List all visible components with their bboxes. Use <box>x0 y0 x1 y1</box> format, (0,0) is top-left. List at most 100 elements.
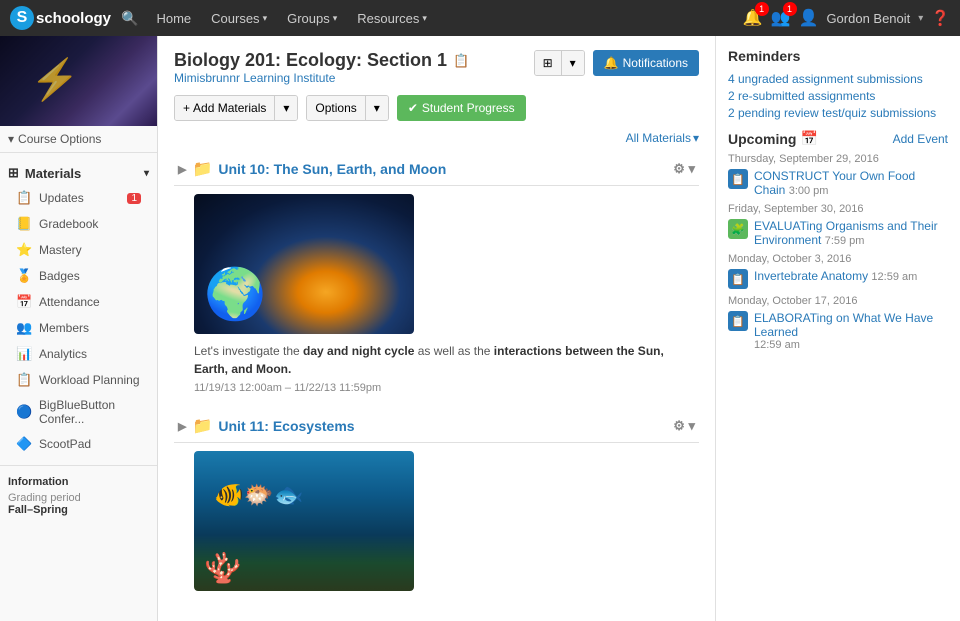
reminders-title: Reminders <box>728 48 948 64</box>
groups-arrow: ▾ <box>333 13 338 24</box>
sidebar-item-attendance[interactable]: 📅 Attendance <box>8 289 149 315</box>
sidebar-item-attendance-label: Attendance <box>39 295 100 309</box>
sidebar-item-workload[interactable]: 📋 Workload Planning <box>8 367 149 393</box>
course-thumbnail <box>0 36 157 126</box>
grid-icon: ⊞ <box>8 165 19 181</box>
sidebar-item-analytics[interactable]: 📊 Analytics <box>8 341 149 367</box>
upcoming-item-1-0: 🧩 EVALUATing Organisms and Their Environ… <box>728 219 948 247</box>
sidebar-item-gradebook-label: Gradebook <box>39 217 98 231</box>
add-materials-arrow[interactable]: ▾ <box>275 96 297 120</box>
sidebar-item-mastery[interactable]: ⭐ Mastery <box>8 237 149 263</box>
sidebar-item-updates[interactable]: 📋 Updates 1 <box>8 185 149 211</box>
options-btn[interactable]: Options <box>307 96 365 120</box>
unit-10: ▶ 📁 Unit 10: The Sun, Earth, and Moon ⚙ … <box>174 153 699 394</box>
add-icon: + <box>183 101 190 115</box>
all-materials-arrow[interactable]: ▾ <box>693 131 699 145</box>
event-title-0-0[interactable]: CONSTRUCT Your Own Food Chain <box>754 169 915 197</box>
workload-icon: 📋 <box>16 372 32 388</box>
notifications-btn[interactable]: 🔔 Notifications <box>593 50 699 76</box>
sidebar-item-badges[interactable]: 🏅 Badges <box>8 263 149 289</box>
help-icon[interactable]: ❓ <box>931 9 950 27</box>
courses-arrow: ▾ <box>263 13 268 24</box>
course-image <box>0 36 157 126</box>
upcoming-date-0: Thursday, September 29, 2016 <box>728 153 948 165</box>
event-text-3-0: ELABORATing on What We Have Learned 12:5… <box>754 311 948 351</box>
unit-10-description: Let's investigate the day and night cycl… <box>194 342 699 378</box>
sidebar-item-mastery-label: Mastery <box>39 243 82 257</box>
event-time-1-0: 7:59 pm <box>825 235 865 247</box>
sidebar-materials-header[interactable]: ⊞ Materials ▾ <box>8 161 149 185</box>
reminder-link-3[interactable]: 2 pending review test/quiz submissions <box>728 106 948 120</box>
search-icon[interactable]: 🔍 <box>121 10 138 27</box>
unit-11: ▶ 📁 Unit 11: Ecosystems ⚙ ▾ <box>174 410 699 591</box>
bell-icon: 🔔 <box>604 56 619 70</box>
unit-10-header[interactable]: ▶ 📁 Unit 10: The Sun, Earth, and Moon ⚙ … <box>174 153 699 186</box>
sidebar-item-scootpad[interactable]: 🔷 ScootPad <box>8 431 149 457</box>
upcoming-date-3: Monday, October 17, 2016 <box>728 295 948 307</box>
add-event-link[interactable]: Add Event <box>893 132 948 146</box>
user-avatar[interactable]: 👤 <box>799 8 819 28</box>
notif-badge-1: 1 <box>755 2 769 16</box>
nav-resources[interactable]: Resources ▾ <box>347 0 437 36</box>
notification-icon-2[interactable]: 👥 1 <box>771 8 791 28</box>
upcoming-date-2: Monday, October 3, 2016 <box>728 253 948 265</box>
nav-links: Home Courses ▾ Groups ▾ Resources ▾ <box>146 0 436 36</box>
page-header: Biology 201: Ecology: Section 1 📋 Mimisb… <box>174 50 699 85</box>
upcoming-date-1: Friday, September 30, 2016 <box>728 203 948 215</box>
nav-groups[interactable]: Groups ▾ <box>277 0 347 36</box>
unit-10-chevron: ▶ <box>178 163 186 176</box>
event-title-2-0[interactable]: Invertebrate Anatomy <box>754 269 868 283</box>
upcoming-title: Upcoming 📅 <box>728 130 818 147</box>
sidebar-item-analytics-label: Analytics <box>39 347 87 361</box>
nav-home[interactable]: Home <box>146 0 201 36</box>
sidebar-item-members[interactable]: 👥 Members <box>8 315 149 341</box>
page-subtitle[interactable]: Mimisbrunnr Learning Institute <box>174 71 469 85</box>
info-title: Information <box>8 476 149 488</box>
logo-s-icon: S <box>10 6 34 30</box>
unit-10-gear-icon[interactable]: ⚙ ▾ <box>673 161 695 177</box>
sidebar-item-gradebook[interactable]: 📒 Gradebook <box>8 211 149 237</box>
event-time-0-0: 3:00 pm <box>789 185 829 197</box>
user-name[interactable]: Gordon Benoit <box>826 11 910 26</box>
options-group: Options ▾ <box>306 95 388 121</box>
badges-icon: 🏅 <box>16 268 32 284</box>
main-content: Biology 201: Ecology: Section 1 📋 Mimisb… <box>158 36 715 621</box>
upcoming-header: Upcoming 📅 Add Event <box>728 130 948 147</box>
logo[interactable]: S schoology <box>10 6 111 30</box>
sidebar-item-badges-label: Badges <box>39 269 80 283</box>
event-text-0-0: CONSTRUCT Your Own Food Chain 3:00 pm <box>754 169 948 197</box>
course-options[interactable]: ▾ Course Options <box>0 126 157 153</box>
event-icon-1-0: 🧩 <box>728 219 748 239</box>
unit-11-content <box>174 451 699 591</box>
reminder-link-2[interactable]: 2 re-submitted assignments <box>728 89 948 103</box>
sidebar-item-updates-label: Updates <box>39 191 84 205</box>
updates-icon: 📋 <box>16 190 32 206</box>
sidebar-item-bigbluebutton[interactable]: 🔵 BigBlueButton Confer... <box>8 393 149 431</box>
notifications-btn-label: Notifications <box>623 56 688 70</box>
layout-grid-btn[interactable]: ⊞ <box>535 51 562 75</box>
right-sidebar: Reminders 4 ungraded assignment submissi… <box>715 36 960 621</box>
nav-courses[interactable]: Courses ▾ <box>201 0 277 36</box>
layout-menu-btn[interactable]: ▾ <box>562 51 584 75</box>
event-title-3-0[interactable]: ELABORATing on What We Have Learned <box>754 311 948 339</box>
members-icon: 👥 <box>16 320 32 336</box>
all-materials-link[interactable]: All Materials <box>626 131 691 145</box>
reminder-link-1[interactable]: 4 ungraded assignment submissions <box>728 72 948 86</box>
unit-11-gear-icon[interactable]: ⚙ ▾ <box>673 418 695 434</box>
unit-11-header[interactable]: ▶ 📁 Unit 11: Ecosystems ⚙ ▾ <box>174 410 699 443</box>
unit-11-folder-icon: 📁 <box>192 416 212 436</box>
unit-10-folder-icon: 📁 <box>192 159 212 179</box>
bigbluebutton-icon: 🔵 <box>16 404 32 420</box>
add-materials-btn[interactable]: + Add Materials <box>175 96 275 120</box>
materials-arrow: ▾ <box>144 168 149 179</box>
edit-icon[interactable]: 📋 <box>453 53 469 69</box>
sidebar-item-scootpad-label: ScootPad <box>39 437 91 451</box>
options-arrow[interactable]: ▾ <box>366 96 388 120</box>
student-progress-btn[interactable]: ✔ Student Progress <box>397 95 526 121</box>
unit-10-image <box>194 194 414 334</box>
event-time-2-0: 12:59 am <box>871 271 917 283</box>
logo-text: schoology <box>36 10 111 27</box>
user-menu-arrow[interactable]: ▾ <box>918 13 923 24</box>
notification-icon-1[interactable]: 🔔 1 <box>743 8 763 28</box>
grading-period-label: Grading period <box>8 492 149 504</box>
